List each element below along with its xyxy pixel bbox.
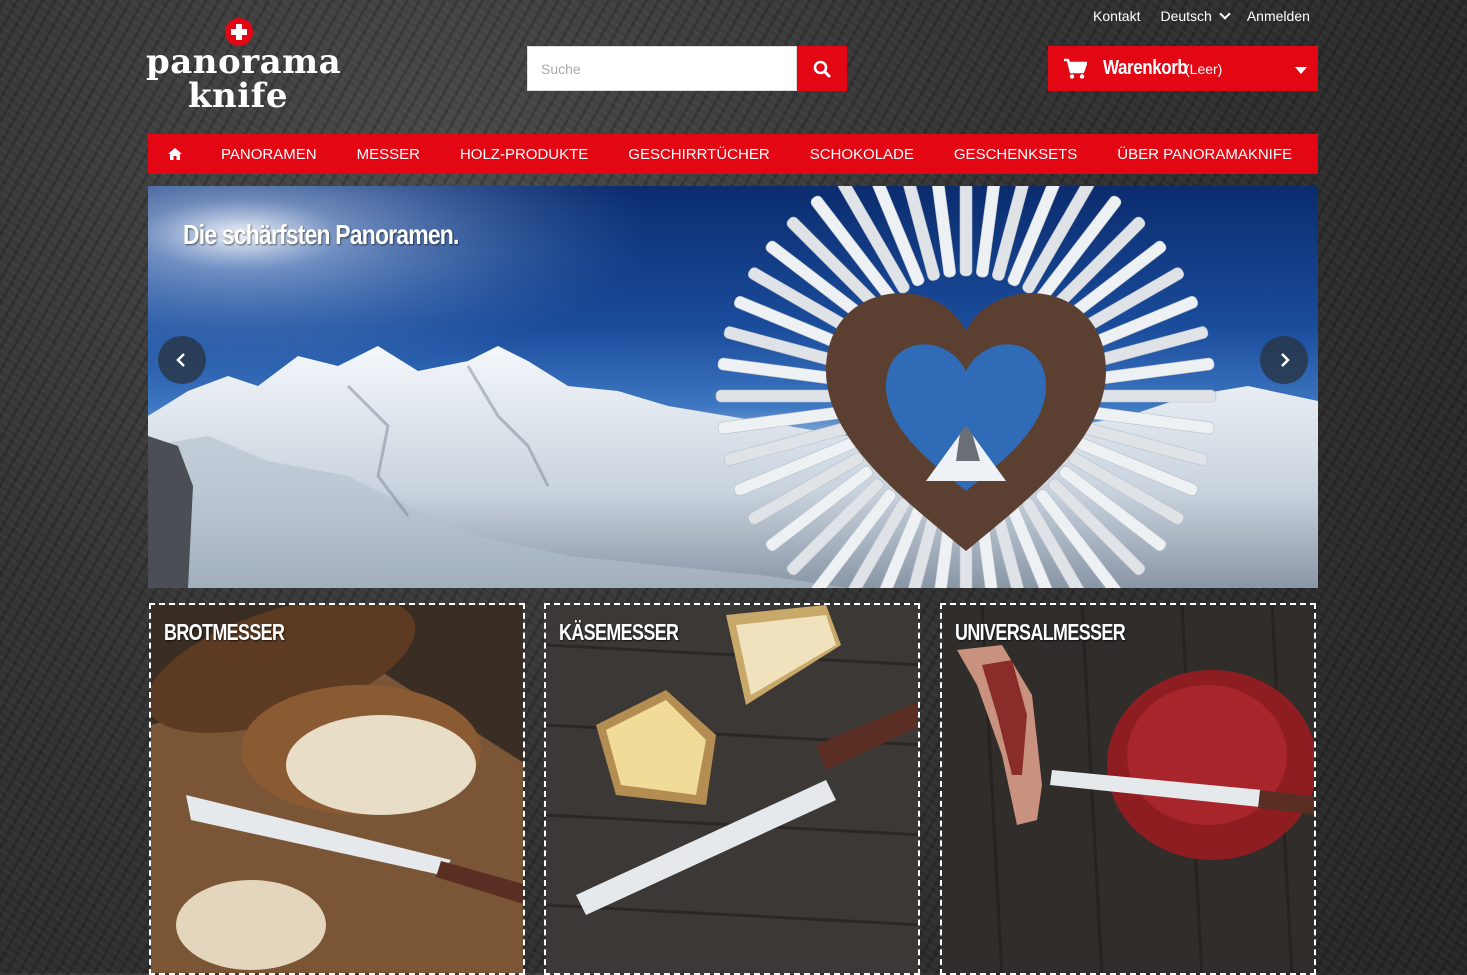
search-input[interactable] xyxy=(527,46,797,91)
category-tile-brotmesser[interactable]: BROTMESSER xyxy=(149,603,525,975)
language-selector[interactable]: Deutsch xyxy=(1160,8,1231,24)
cheese-knife-image xyxy=(546,605,918,973)
language-label: Deutsch xyxy=(1160,8,1212,24)
main-navigation: PANORAMEN MESSER HOLZ-PRODUKTE GESCHIRRT… xyxy=(148,134,1318,174)
login-link[interactable]: Anmelden xyxy=(1247,8,1310,24)
slider-prev-button[interactable] xyxy=(158,336,206,384)
chevron-down-icon xyxy=(1219,8,1231,20)
logo-text-line2: knife xyxy=(188,76,288,116)
nav-item-geschirrtuecher[interactable]: GESCHIRRTÜCHER xyxy=(628,146,769,163)
universal-knife-image xyxy=(942,605,1314,973)
hero-slider: Die schärfsten Panoramen. xyxy=(148,186,1318,588)
nav-item-messer[interactable]: MESSER xyxy=(357,146,420,163)
search-bar xyxy=(527,46,847,91)
nav-item-schokolade[interactable]: SCHOKOLADE xyxy=(810,146,914,163)
search-icon xyxy=(813,60,831,77)
category-title: KÄSEMESSER xyxy=(559,619,679,645)
nav-home[interactable] xyxy=(148,134,201,174)
category-tile-kaesemesser[interactable]: KÄSEMESSER xyxy=(544,603,920,975)
caret-down-icon xyxy=(1295,67,1307,74)
category-tile-universalmesser[interactable]: UNIVERSALMESSER xyxy=(940,603,1316,975)
slide-caption: Die schärfsten Panoramen. xyxy=(183,219,459,250)
top-links: Kontakt Deutsch Anmelden xyxy=(1093,6,1330,26)
nav-item-holz-produkte[interactable]: HOLZ-PRODUKTE xyxy=(460,146,588,163)
bread-knife-image xyxy=(151,605,523,973)
nav-item-geschenksets[interactable]: GESCHENKSETS xyxy=(954,146,1077,163)
slider-next-button[interactable] xyxy=(1260,336,1308,384)
site-logo[interactable]: panorama knife xyxy=(144,18,341,116)
chevron-left-icon xyxy=(176,353,185,367)
contact-link[interactable]: Kontakt xyxy=(1093,8,1140,24)
search-button[interactable] xyxy=(797,46,847,91)
home-icon xyxy=(167,148,182,160)
chevron-right-icon xyxy=(1281,353,1290,367)
cart-label: Warenkorb xyxy=(1103,57,1188,79)
cart-status: (Leer) xyxy=(1185,60,1223,77)
nav-item-panoramen[interactable]: PANORAMEN xyxy=(221,146,317,163)
category-title: BROTMESSER xyxy=(164,619,285,645)
nav-item-ueber-panoramaknife[interactable]: ÜBER PANORAMAKNIFE xyxy=(1117,146,1292,163)
category-title: UNIVERSALMESSER xyxy=(955,619,1126,645)
shopping-cart-icon xyxy=(1063,58,1087,80)
cart-button[interactable]: Warenkorb (Leer) xyxy=(1048,46,1318,91)
